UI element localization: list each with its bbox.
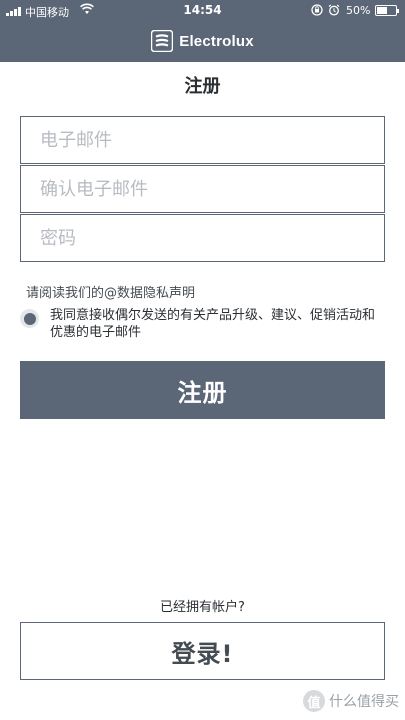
consent-radio[interactable] xyxy=(20,309,39,328)
watermark: 值 什么值得买 xyxy=(303,690,399,712)
have-account-label: 已经拥有帐户? xyxy=(160,600,245,615)
watermark-logo-icon: 值 xyxy=(303,690,325,712)
alarm-icon xyxy=(328,4,340,16)
brand-logo: Electrolux xyxy=(0,28,405,54)
consent-label: 我同意接收偶尔发送的有关产品升级、建议、促销活动和优惠的电子邮件 xyxy=(50,308,376,340)
radio-selected-dot xyxy=(23,312,36,325)
confirm-email-field[interactable] xyxy=(20,165,385,213)
app-header: 中国移动 14:54 50% Electrolux xyxy=(0,0,405,62)
email-field[interactable] xyxy=(20,116,385,164)
email-input[interactable] xyxy=(21,117,384,163)
privacy-statement-link[interactable]: 请阅读我们的@数据隐私声明 xyxy=(26,282,195,301)
brand-name: Electrolux xyxy=(179,32,254,50)
battery-icon xyxy=(375,5,399,16)
page-title: 注册 xyxy=(184,76,221,97)
electrolux-logo-icon xyxy=(151,30,174,52)
battery-level-fill xyxy=(377,7,387,14)
status-time: 14:54 xyxy=(183,3,222,17)
register-button[interactable]: 注册 xyxy=(20,361,385,419)
marketing-consent[interactable]: 我同意接收偶尔发送的有关产品升级、建议、促销活动和优惠的电子邮件 xyxy=(20,307,385,341)
rotation-lock-icon xyxy=(311,4,323,16)
status-bar: 中国移动 14:54 50% xyxy=(0,0,405,22)
login-button[interactable]: 登录! xyxy=(20,622,385,680)
password-input[interactable] xyxy=(21,215,384,261)
confirm-email-input[interactable] xyxy=(21,166,384,212)
password-field[interactable] xyxy=(20,214,385,262)
watermark-text: 什么值得买 xyxy=(329,694,399,710)
battery-percentage: 50% xyxy=(346,4,371,17)
